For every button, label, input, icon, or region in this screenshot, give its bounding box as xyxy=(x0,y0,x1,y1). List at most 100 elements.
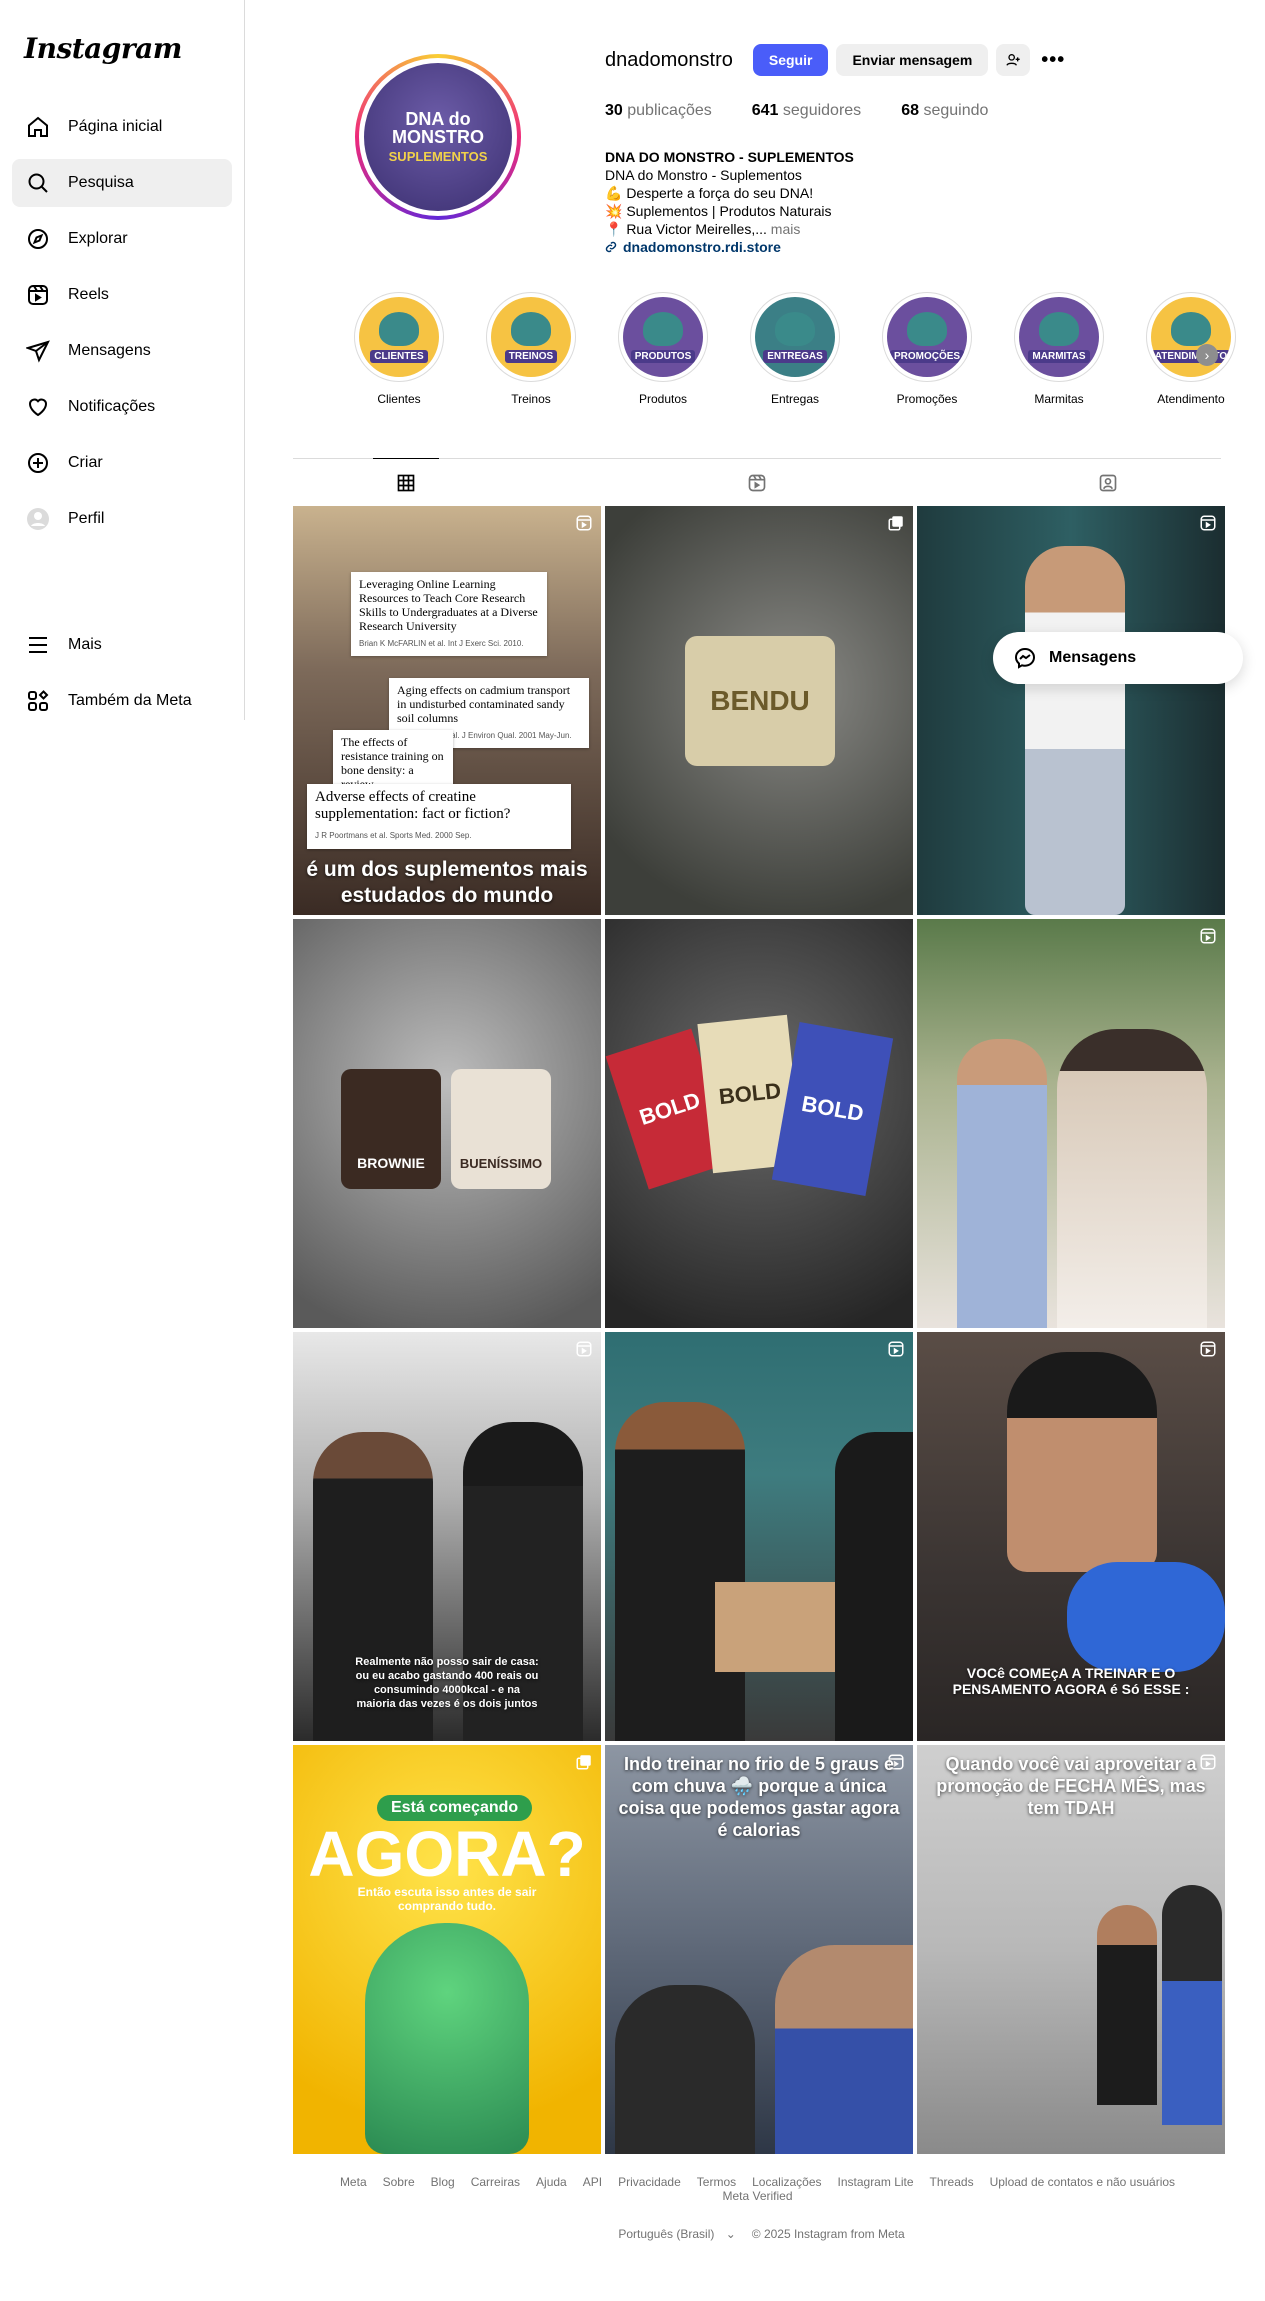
sidebar-item-create[interactable]: Criar xyxy=(12,439,232,487)
post-caption: Indo treinar no frio de 5 graus e com ch… xyxy=(618,1754,900,1840)
footer-link[interactable]: Localizações xyxy=(752,2175,821,2189)
post-headline: AGORA? xyxy=(308,1818,586,1890)
tab-posts[interactable] xyxy=(373,458,439,506)
messenger-icon xyxy=(1014,647,1036,669)
monster-icon xyxy=(1039,311,1079,346)
footer-link[interactable]: Meta Verified xyxy=(722,2189,792,2203)
highlight-cover: PRODUTOS xyxy=(623,297,703,377)
person-figure xyxy=(1057,1029,1207,1328)
sidebar-item-home[interactable]: Página inicial xyxy=(12,103,232,151)
carousel-icon xyxy=(576,1755,591,1770)
highlight-item[interactable]: PROMOÇÕES Promoções xyxy=(861,292,993,406)
carousel-icon xyxy=(888,516,903,531)
profile-username: dnadomonstro xyxy=(605,48,733,71)
profile-avatar[interactable]: DNA do MONSTRO SUPLEMENTOS xyxy=(355,54,521,220)
highlight-item[interactable]: MARMITAS Marmitas xyxy=(993,292,1125,406)
highlight-label: Marmitas xyxy=(1034,392,1084,406)
highlight-item[interactable]: CLIENTES Clientes xyxy=(333,292,465,406)
followers-stat[interactable]: 641 seguidores xyxy=(752,102,861,120)
post-tile[interactable]: Está começando AGORA? Então escuta isso … xyxy=(293,1745,601,2154)
highlight-label: Clientes xyxy=(377,392,421,406)
product-jar: BENDU xyxy=(685,636,835,766)
post-tile[interactable]: VOCê COMEçA A TREINAR E O PENSAMENTO AGO… xyxy=(917,1332,1225,1741)
post-tile[interactable]: Realmente não posso sair de casa: ou eu … xyxy=(293,1332,601,1741)
tagged-icon xyxy=(1099,474,1117,491)
plus-square-icon xyxy=(24,449,52,477)
highlight-item[interactable]: ATENDIMENTO Atendimento xyxy=(1125,292,1257,406)
footer-link[interactable]: Carreiras xyxy=(471,2175,520,2189)
more-options-icon[interactable]: ••• xyxy=(1038,45,1068,75)
following-stat[interactable]: 68 seguindo xyxy=(901,102,988,120)
sidebar-item-label: Explorar xyxy=(68,230,128,247)
highlight-item[interactable]: PRODUTOS Produtos xyxy=(597,292,729,406)
post-tile[interactable] xyxy=(917,506,1225,915)
footer-link[interactable]: API xyxy=(583,2175,602,2189)
menu-icon xyxy=(24,631,52,659)
sidebar-item-more[interactable]: Mais xyxy=(12,621,232,669)
post-tile[interactable]: BOLD BOLD BOLD xyxy=(605,919,913,1328)
sidebar-item-search[interactable]: Pesquisa xyxy=(12,159,232,207)
sidebar-item-label: Também da Meta xyxy=(68,692,192,709)
posts-grid: Leveraging Online Learning Resources to … xyxy=(293,506,1225,2154)
sidebar-item-reels[interactable]: Reels xyxy=(12,271,232,319)
person-figure xyxy=(957,1039,1047,1328)
messages-floating-button[interactable]: Mensagens xyxy=(993,632,1243,684)
tab-tagged[interactable] xyxy=(1075,458,1141,506)
highlight-cover: ATENDIMENTO xyxy=(1151,297,1231,377)
footer-link[interactable]: Ajuda xyxy=(536,2175,567,2189)
bio-external-link[interactable]: dnadomonstro.rdi.store xyxy=(605,238,1225,256)
footer-link[interactable]: Privacidade xyxy=(618,2175,681,2189)
sidebar-item-messages[interactable]: Mensagens xyxy=(12,327,232,375)
profile-tabs xyxy=(293,458,1221,506)
post-tile[interactable] xyxy=(917,919,1225,1328)
person-figure xyxy=(1097,1905,1157,2105)
post-tile[interactable]: Quando você vai aproveitar a promoção de… xyxy=(917,1745,1225,2154)
instagram-logo[interactable]: Instagram xyxy=(12,32,232,65)
monster-icon xyxy=(1171,311,1211,346)
highlight-item[interactable]: ENTREGAS Entregas xyxy=(729,292,861,406)
sidebar-item-explore[interactable]: Explorar xyxy=(12,215,232,263)
highlights-next-icon[interactable]: › xyxy=(1196,344,1218,366)
sidebar-item-also-from-meta[interactable]: Também da Meta xyxy=(12,677,232,725)
post-tile[interactable]: BENDU xyxy=(605,506,913,915)
bio-line: DNA do Monstro - Suplementos xyxy=(605,167,802,183)
post-subtitle: Então escuta isso antes de sair comprand… xyxy=(357,1885,537,1913)
follow-button[interactable]: Seguir xyxy=(752,44,829,76)
avatar-icon xyxy=(24,505,52,533)
post-tile[interactable]: BROWNIE BUENÍSSIMO xyxy=(293,919,601,1328)
person-figure xyxy=(835,1432,913,1741)
footer-link[interactable]: Blog xyxy=(431,2175,455,2189)
send-message-button[interactable]: Enviar mensagem xyxy=(836,44,989,76)
highlight-badge: CLIENTES xyxy=(370,349,428,363)
grid-icon xyxy=(397,474,415,491)
monster-icon xyxy=(379,311,419,346)
sidebar-item-notifications[interactable]: Notificações xyxy=(12,383,232,431)
sidebar-item-label: Pesquisa xyxy=(68,174,134,191)
post-tile[interactable]: Leveraging Online Learning Resources to … xyxy=(293,506,601,915)
profile-info: dnadomonstro Seguir Enviar mensagem ••• … xyxy=(605,40,1225,256)
footer-link[interactable]: Termos xyxy=(697,2175,736,2189)
bio-more-link[interactable]: mais xyxy=(771,221,801,237)
footer-link[interactable]: Instagram Lite xyxy=(838,2175,914,2189)
person-figure xyxy=(1162,1885,1222,2125)
footer-link[interactable]: Meta xyxy=(340,2175,367,2189)
footer-link[interactable]: Upload de contatos e não usuários xyxy=(990,2175,1175,2189)
suggested-users-button[interactable] xyxy=(996,44,1031,76)
highlight-cover: TREINOS xyxy=(491,297,571,377)
post-tile[interactable]: Indo treinar no frio de 5 graus e com ch… xyxy=(605,1745,913,2154)
avatar-brand-text: DNA do MONSTRO xyxy=(392,109,484,147)
sidebar-item-label: Reels xyxy=(68,286,109,303)
person-figure xyxy=(1007,1352,1157,1572)
bio-line: 💥 Suplementos | Produtos Naturais xyxy=(605,203,832,219)
profile-bio: DNA DO MONSTRO - SUPLEMENTOS DNA do Mons… xyxy=(605,148,1225,256)
post-tile[interactable] xyxy=(605,1332,913,1741)
highlight-cover: CLIENTES xyxy=(359,297,439,377)
sidebar-item-profile[interactable]: Perfil xyxy=(12,495,232,543)
highlight-item[interactable]: TREINOS Treinos xyxy=(465,292,597,406)
highlight-label: Treinos xyxy=(511,392,551,406)
tab-reels[interactable] xyxy=(724,458,790,506)
footer-link[interactable]: Sobre xyxy=(383,2175,415,2189)
paper-card: Leveraging Online Learning Resources to … xyxy=(351,572,547,656)
language-select[interactable]: Português (Brasil) ⌄ xyxy=(610,2227,735,2241)
footer-link[interactable]: Threads xyxy=(930,2175,974,2189)
